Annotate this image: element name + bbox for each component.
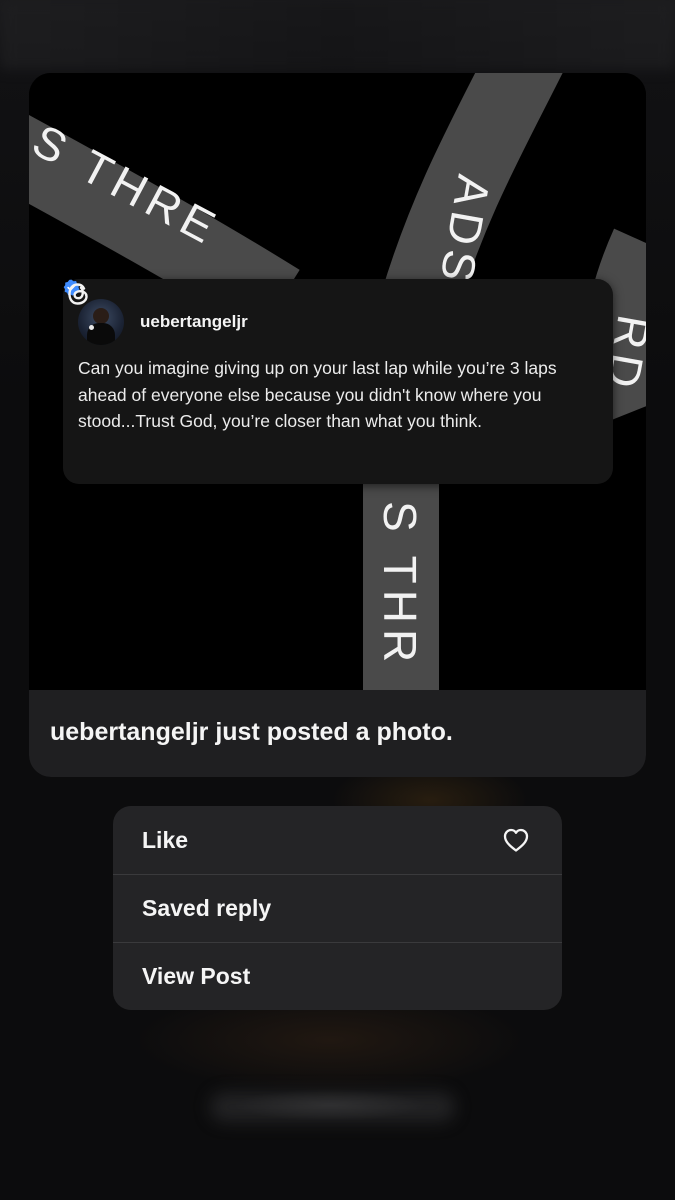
menu-item-like[interactable]: Like [113,806,562,875]
threads-icon [68,283,88,305]
notification-caption: uebertangeljr just posted a photo. [50,718,453,746]
post-username: uebertangeljr [140,312,248,331]
menu-item-saved-reply[interactable]: Saved reply [113,874,562,943]
screen: S THRE ADS TH RD S THR uebertangeljr Can… [0,0,675,1200]
caption-bar: uebertangeljr just posted a photo. [29,690,646,777]
heart-icon [503,828,529,852]
blurred-home-indicator [210,1092,455,1122]
menu-item-view-post[interactable]: View Post [113,942,562,1010]
menu-item-label: Like [142,827,189,853]
post-text: Can you imagine giving up on your last l… [78,358,557,431]
post-photo: S THRE ADS TH RD S THR uebertangeljr Can… [29,73,646,690]
menu-item-label: Saved reply [142,895,272,921]
threads-post-card: uebertangeljr Can you imagine giving up … [63,279,613,484]
avatar-mic [89,325,94,330]
band-text-lower: S THR [374,501,426,668]
blurred-background [0,0,675,70]
avatar-head [93,308,109,324]
notification-card[interactable]: S THRE ADS TH RD S THR uebertangeljr Can… [29,73,646,777]
context-menu: Like Saved reply View Post [113,806,562,1010]
menu-item-label: View Post [142,963,251,989]
